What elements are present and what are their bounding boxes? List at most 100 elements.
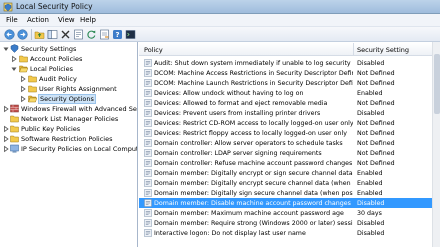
list-item[interactable]: DCOM: Machine Access Restrictions in Sec…: [139, 68, 432, 78]
expand-arrow-icon[interactable]: [19, 75, 27, 83]
console-tree: Security Settings Account Policies Local…: [0, 42, 138, 247]
policy-setting-icon: [144, 129, 152, 137]
list-item[interactable]: DCOM: Machine Launch Restrictions in Sec…: [139, 78, 432, 88]
tree-label: Software Restriction Policies: [21, 135, 113, 143]
policy-setting-icon: [144, 109, 152, 117]
expand-arrow-icon[interactable]: [2, 105, 10, 113]
list-item[interactable]: Domain member: Digitally encrypt or sign…: [139, 168, 432, 178]
list-item[interactable]: Domain controller: Allow server operator…: [139, 138, 432, 148]
list-item[interactable]: Domain member: Digitally sign secure cha…: [139, 188, 432, 198]
toolbar: ?: [0, 27, 440, 42]
policy-setting: Disabled: [357, 229, 385, 237]
tree-label: Public Key Policies: [21, 125, 81, 133]
security-settings-icon: [10, 44, 19, 53]
export-list-icon[interactable]: [99, 29, 110, 40]
delete-icon[interactable]: [60, 29, 71, 40]
list-item[interactable]: Devices: Restrict CD-ROM access to local…: [139, 118, 432, 128]
menu-help[interactable]: Help: [80, 16, 96, 24]
policy-setting-icon: [144, 189, 152, 197]
collapse-arrow-icon[interactable]: [2, 45, 10, 53]
menu-view[interactable]: View: [58, 16, 75, 24]
policy-setting: Not Defined: [357, 139, 395, 147]
folder-icon: [10, 125, 19, 133]
list-item[interactable]: Devices: Prevent users from installing p…: [139, 108, 432, 118]
tree-item-user-rights-assignment[interactable]: User Rights Assignment: [0, 84, 137, 94]
svg-text:?: ?: [115, 31, 119, 39]
policy-name: Domain member: Digitally sign secure cha…: [154, 189, 353, 197]
expand-arrow-icon[interactable]: [2, 125, 10, 133]
menu-bar: File Action View Help: [0, 14, 440, 27]
tree-item-security-options[interactable]: Security Options: [0, 94, 137, 104]
tree-item-account-policies[interactable]: Account Policies: [0, 54, 137, 64]
policy-setting: Not Defined: [357, 119, 395, 127]
policy-setting: Enabled: [357, 169, 383, 177]
vertical-scrollbar[interactable]: [432, 42, 440, 247]
policy-setting-icon: [144, 159, 152, 167]
show-hide-tree-icon[interactable]: [47, 29, 58, 40]
help-icon[interactable]: ?: [112, 29, 123, 40]
list-item[interactable]: Devices: Allowed to format and eject rem…: [139, 98, 432, 108]
folder-open-icon: [28, 95, 37, 103]
policy-setting-icon: [144, 229, 152, 237]
scrollbar-thumb[interactable]: [434, 54, 440, 114]
back-icon[interactable]: [4, 29, 15, 40]
console-icon[interactable]: [125, 29, 136, 40]
menu-action[interactable]: Action: [27, 16, 49, 24]
list-header: Policy Security Setting: [139, 43, 440, 56]
list-item[interactable]: Interactive logon: Do not display last u…: [139, 228, 432, 238]
policy-name: Domain member: Require strong (Windows 2…: [154, 219, 353, 227]
policy-name: Devices: Restrict floppy access to local…: [154, 129, 347, 137]
tree-item-audit-policy[interactable]: Audit Policy: [0, 74, 137, 84]
policy-name: Domain member: Digitally encrypt secure …: [154, 179, 353, 187]
folder-icon: [19, 55, 28, 63]
expand-arrow-icon[interactable]: [2, 135, 10, 143]
tree-label: Network List Manager Policies: [21, 115, 119, 123]
collapse-arrow-icon[interactable]: [10, 65, 18, 73]
policy-setting-icon: [144, 219, 152, 227]
tree-label: Security Settings: [21, 45, 77, 53]
list-item[interactable]: Domain member: Digitally encrypt secure …: [139, 178, 432, 188]
tree-item-windows-firewall[interactable]: Windows Firewall with Advanced Sec: [0, 104, 137, 114]
tree-item-ip-security-policies[interactable]: IP Security Policies on Local Compute: [0, 144, 137, 154]
tree-item-network-list-manager[interactable]: Network List Manager Policies: [0, 114, 137, 124]
list-item[interactable]: Devices: Restrict floppy access to local…: [139, 128, 432, 138]
expand-arrow-icon[interactable]: [19, 95, 27, 103]
policy-setting: Disabled: [357, 219, 385, 227]
tree-item-local-policies[interactable]: Local Policies: [0, 64, 137, 74]
policy-name: Domain controller: LDAP server signing r…: [154, 149, 322, 157]
policy-setting: Disabled: [357, 199, 385, 207]
folder-icon: [10, 135, 19, 143]
column-header-security-setting[interactable]: Security Setting: [357, 46, 409, 54]
tree-item-software-restriction-policies[interactable]: Software Restriction Policies: [0, 134, 137, 144]
forward-icon[interactable]: [17, 29, 28, 40]
list-item[interactable]: Domain controller: Refuse machine accoun…: [139, 158, 432, 168]
policy-setting: Enabled: [357, 179, 383, 187]
tree-item-public-key-policies[interactable]: Public Key Policies: [0, 124, 137, 134]
expand-arrow-icon[interactable]: [10, 55, 18, 63]
firewall-icon: [10, 104, 19, 113]
column-header-policy[interactable]: Policy: [144, 46, 163, 54]
list-item[interactable]: Domain member: Require strong (Windows 2…: [139, 218, 432, 228]
policy-setting-icon: [144, 169, 152, 177]
list-item[interactable]: Domain member: Maximum machine account p…: [139, 208, 432, 218]
policy-setting: Enabled: [357, 89, 383, 97]
properties-icon[interactable]: [73, 29, 84, 40]
list-item[interactable]: Devices: Allow undock without having to …: [139, 88, 432, 98]
expand-arrow-icon[interactable]: [19, 85, 27, 93]
list-item[interactable]: Audit: Shut down system immediately if u…: [139, 58, 432, 68]
column-divider[interactable]: [353, 43, 354, 56]
refresh-icon[interactable]: [86, 29, 97, 40]
tree-item-security-settings[interactable]: Security Settings: [0, 44, 137, 54]
list-item[interactable]: Domain controller: LDAP server signing r…: [139, 148, 432, 158]
up-folder-icon[interactable]: [34, 29, 45, 40]
policy-setting: Enabled: [357, 189, 383, 197]
policy-setting: Not Defined: [357, 69, 395, 77]
policy-setting-icon: [144, 79, 152, 87]
list-item[interactable]: Domain member: Disable machine account p…: [139, 198, 432, 208]
policy-setting-icon: [144, 59, 152, 67]
policy-name: DCOM: Machine Launch Restrictions in Sec…: [154, 79, 353, 87]
menu-file[interactable]: File: [6, 16, 18, 24]
folder-open-icon: [19, 65, 28, 73]
tree-label: Local Policies: [30, 65, 73, 73]
expand-arrow-icon[interactable]: [2, 145, 10, 153]
